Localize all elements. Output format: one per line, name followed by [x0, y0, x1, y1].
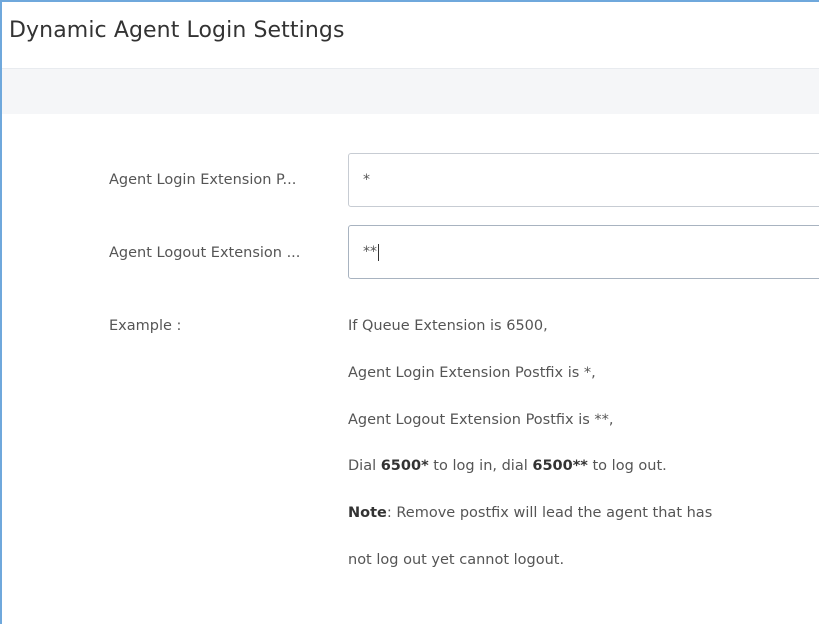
example-line-4: Dial 6500* to log in, dial 6500** to log…	[348, 458, 667, 474]
example-line-4-mid: to log in, dial	[428, 458, 533, 474]
section-divider-strip	[2, 69, 819, 114]
example-note-line: Note: Remove postfix will lead the agent…	[348, 505, 712, 521]
example-line-6: not log out yet cannot logout.	[348, 552, 565, 568]
note-label: Note	[348, 505, 387, 521]
text-cursor	[378, 243, 379, 261]
agent-login-extension-input[interactable]: *	[348, 153, 819, 207]
example-line-4-pre: Dial	[348, 458, 381, 474]
example-line-2: Agent Login Extension Postfix is *,	[348, 365, 596, 381]
example-line-1: If Queue Extension is 6500,	[348, 318, 548, 334]
agent-logout-extension-value: **	[363, 244, 377, 260]
agent-logout-extension-input[interactable]: **	[348, 225, 819, 279]
example-line-3: Agent Logout Extension Postfix is **,	[348, 412, 614, 428]
note-text: : Remove postfix will lead the agent tha…	[386, 505, 713, 521]
settings-panel: Dynamic Agent Login Settings Agent Login…	[0, 0, 819, 626]
example-label: Example :	[109, 318, 182, 334]
page-title: Dynamic Agent Login Settings	[9, 18, 345, 43]
agent-login-extension-value: *	[363, 172, 370, 188]
example-logout-code: 6500**	[532, 458, 588, 474]
example-line-4-post: to log out.	[587, 458, 667, 474]
agent-login-extension-label: Agent Login Extension P...	[109, 172, 297, 188]
example-login-code: 6500*	[380, 458, 429, 474]
agent-logout-extension-label: Agent Logout Extension ...	[109, 245, 301, 261]
panel-header: Dynamic Agent Login Settings	[2, 2, 819, 69]
